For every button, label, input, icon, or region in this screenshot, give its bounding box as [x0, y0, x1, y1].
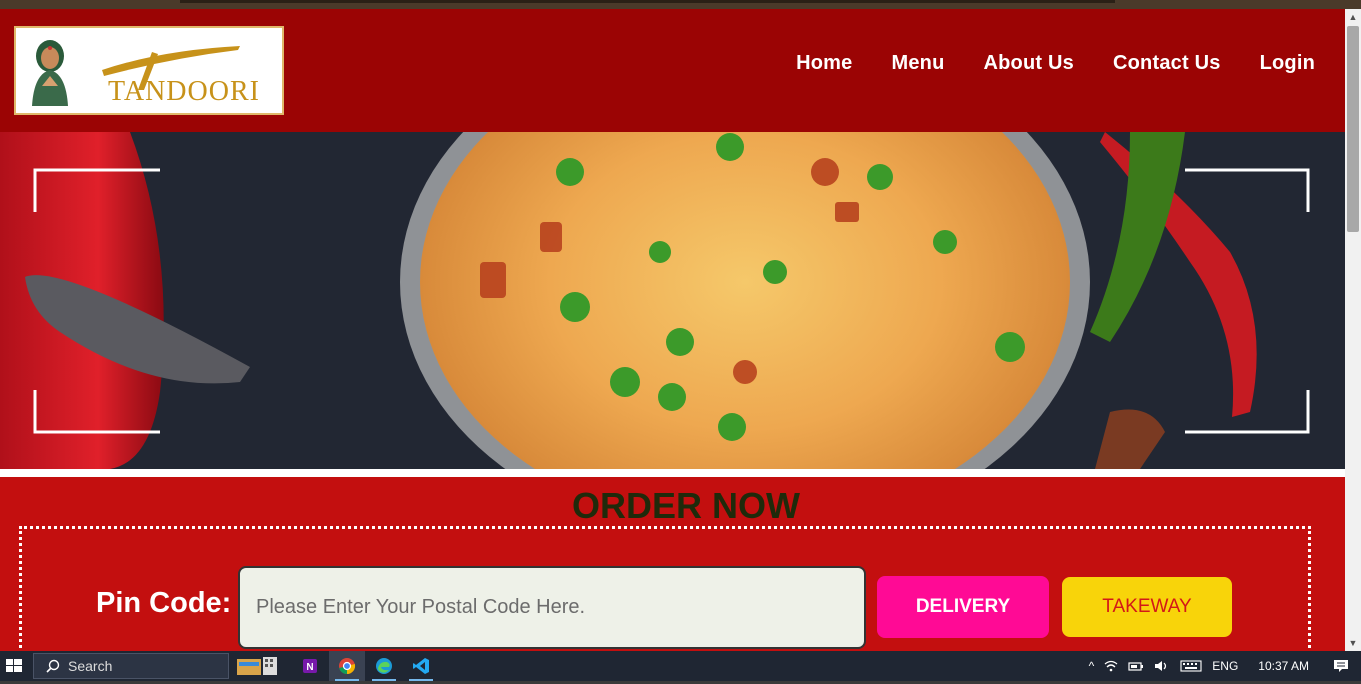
vscode-icon[interactable] — [403, 651, 439, 681]
scroll-down-icon[interactable]: ▼ — [1345, 635, 1361, 651]
nav-login[interactable]: Login — [1260, 52, 1315, 75]
biryani-image — [0, 132, 1345, 469]
page-scrollbar[interactable]: ▲ ▼ — [1345, 9, 1361, 651]
nav-about-us[interactable]: About Us — [984, 52, 1074, 75]
search-label: Search — [68, 658, 113, 674]
system-tray: ^ ENG 10:37 AM — [1089, 651, 1361, 681]
nav-menu[interactable]: Menu — [891, 52, 944, 75]
notification-icon[interactable] — [1333, 659, 1349, 673]
tandoori-logo[interactable]: TANDOORI — [14, 26, 284, 115]
nav-contact-us[interactable]: Contact Us — [1113, 52, 1221, 75]
keyboard-icon[interactable] — [1180, 660, 1202, 672]
search-icon — [46, 659, 60, 673]
onenote-icon[interactable]: N — [292, 651, 328, 681]
main-nav: Home Menu About Us Contact Us Login — [796, 52, 1315, 75]
wifi-icon[interactable] — [1104, 660, 1118, 672]
windows-taskbar: Search N ^ ENG 10:37 AM — [0, 651, 1361, 681]
site-header: TANDOORI Home Menu About Us Contact Us L… — [0, 9, 1345, 132]
svg-text:N: N — [306, 662, 313, 673]
takeway-button[interactable]: TAKEWAY — [1062, 577, 1232, 637]
language-indicator[interactable]: ENG — [1212, 659, 1238, 673]
delivery-button[interactable]: DELIVERY — [877, 576, 1049, 638]
order-section: ORDER NOW Pin Code: DELIVERY TAKEWAY — [0, 477, 1345, 651]
scroll-up-icon[interactable]: ▲ — [1345, 9, 1361, 25]
clock[interactable]: 10:37 AM — [1258, 659, 1309, 673]
scroll-thumb[interactable] — [1347, 26, 1359, 232]
volume-icon[interactable] — [1154, 660, 1170, 672]
pin-code-label: Pin Code: — [96, 587, 232, 619]
woman-portrait-icon — [32, 40, 68, 106]
page: TANDOORI Home Menu About Us Contact Us L… — [0, 9, 1345, 651]
chevron-up-icon[interactable]: ^ — [1089, 659, 1095, 673]
pin-code-input[interactable] — [238, 566, 866, 649]
order-title: ORDER NOW — [572, 485, 800, 526]
edge-icon[interactable] — [366, 651, 402, 681]
divider — [0, 469, 1345, 477]
logo-text: TANDOORI — [108, 76, 260, 107]
taskbar-search[interactable]: Search — [33, 653, 229, 679]
file-explorer-icon[interactable] — [230, 651, 286, 681]
battery-icon[interactable] — [1128, 660, 1144, 672]
windows-start-icon[interactable] — [0, 651, 32, 681]
window-top-strip — [0, 0, 1361, 9]
chrome-icon[interactable] — [329, 651, 365, 681]
nav-home[interactable]: Home — [796, 52, 852, 75]
hero-banner — [0, 132, 1345, 469]
